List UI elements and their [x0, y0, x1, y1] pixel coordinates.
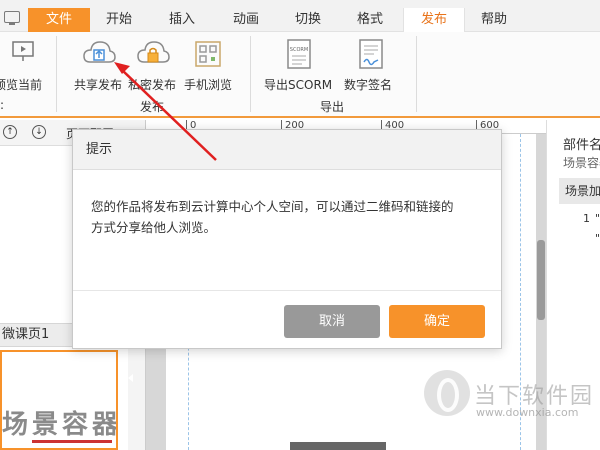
dialog-divider	[73, 290, 501, 291]
confirm-button[interactable]: 确定	[389, 305, 485, 338]
mobile-browse-label: 手机浏览	[184, 78, 233, 92]
thumbnail-underline	[32, 440, 112, 448]
tab-home[interactable]: 开始	[95, 8, 143, 32]
dialog-title: 提示	[73, 130, 501, 170]
digital-signature-button[interactable]: 数字签名	[342, 36, 398, 92]
qr-code-icon	[195, 41, 221, 67]
watermark-url: www.downxia.com	[476, 406, 579, 419]
move-down-button[interactable]: ↓	[32, 125, 46, 139]
slide-thumbnail[interactable]: 场景容器	[0, 350, 118, 450]
component-name-value: 场景容器	[563, 156, 600, 170]
tab-format[interactable]: 格式	[346, 8, 394, 32]
thumbnail-text: 场景容器	[2, 410, 118, 440]
scene-add-header[interactable]: 场景加	[559, 178, 600, 204]
tab-animation[interactable]: 动画	[222, 8, 270, 32]
private-publish-label: 私密发布	[128, 78, 177, 92]
menu-bar: 文件 开始 插入 动画 切换 格式 发布 帮助	[0, 0, 600, 33]
line-number: 1	[583, 212, 590, 225]
mobile-browse-button[interactable]: 手机浏览	[182, 36, 236, 92]
preview-group-label: :	[0, 98, 5, 112]
export-group-label: 导出	[320, 100, 345, 114]
ribbon: 预览当前 : 共享发布 私密发布 手机浏览 发布 SCORM 导出SCORM 数…	[0, 32, 600, 118]
separator	[416, 36, 417, 112]
export-scorm-label: 导出SCORM	[264, 78, 333, 92]
tab-help[interactable]: 帮助	[470, 8, 518, 32]
presentation-icon	[12, 41, 34, 61]
share-publish-button[interactable]: 共享发布	[72, 36, 124, 92]
separator	[250, 36, 251, 112]
component-name-label: 部件名称	[563, 138, 600, 153]
svg-text:SCORM: SCORM	[290, 47, 308, 53]
horizontal-scrollbar[interactable]	[290, 442, 386, 450]
scorm-icon: SCORM	[287, 39, 311, 69]
app-icon[interactable]	[4, 11, 20, 25]
tab-transition[interactable]: 切换	[284, 8, 332, 32]
dialog-message: 您的作品将发布到云计算中心个人空间，可以通过二维码和链接的方式分享给他人浏览。	[91, 199, 454, 235]
private-publish-button[interactable]: 私密发布	[126, 36, 180, 92]
tab-insert[interactable]: 插入	[158, 8, 206, 32]
cloud-upload-icon	[83, 41, 116, 63]
code-line: "t	[595, 232, 600, 245]
tab-publish[interactable]: 发布	[403, 8, 465, 33]
export-scorm-button[interactable]: SCORM 导出SCORM	[262, 36, 334, 92]
preview-current-button[interactable]: 预览当前	[0, 36, 44, 92]
signature-document-icon	[359, 39, 383, 69]
vertical-scrollbar[interactable]	[537, 240, 545, 320]
watermark-logo-icon	[424, 370, 470, 416]
separator	[56, 36, 57, 112]
share-publish-label: 共享发布	[74, 78, 123, 92]
collapse-arrow-icon[interactable]	[128, 374, 133, 382]
code-line: "t	[595, 212, 600, 225]
prompt-dialog: 提示 您的作品将发布到云计算中心个人空间，可以通过二维码和链接的方式分享给他人浏…	[72, 129, 502, 349]
digital-signature-label: 数字签名	[344, 78, 393, 92]
move-up-button[interactable]: ↑	[3, 125, 17, 139]
cloud-lock-icon	[137, 41, 170, 63]
preview-current-label: 预览当前	[0, 78, 43, 92]
tab-file[interactable]: 文件	[28, 8, 90, 32]
publish-group-label: 发布	[140, 100, 165, 114]
cancel-button[interactable]: 取消	[284, 305, 380, 338]
